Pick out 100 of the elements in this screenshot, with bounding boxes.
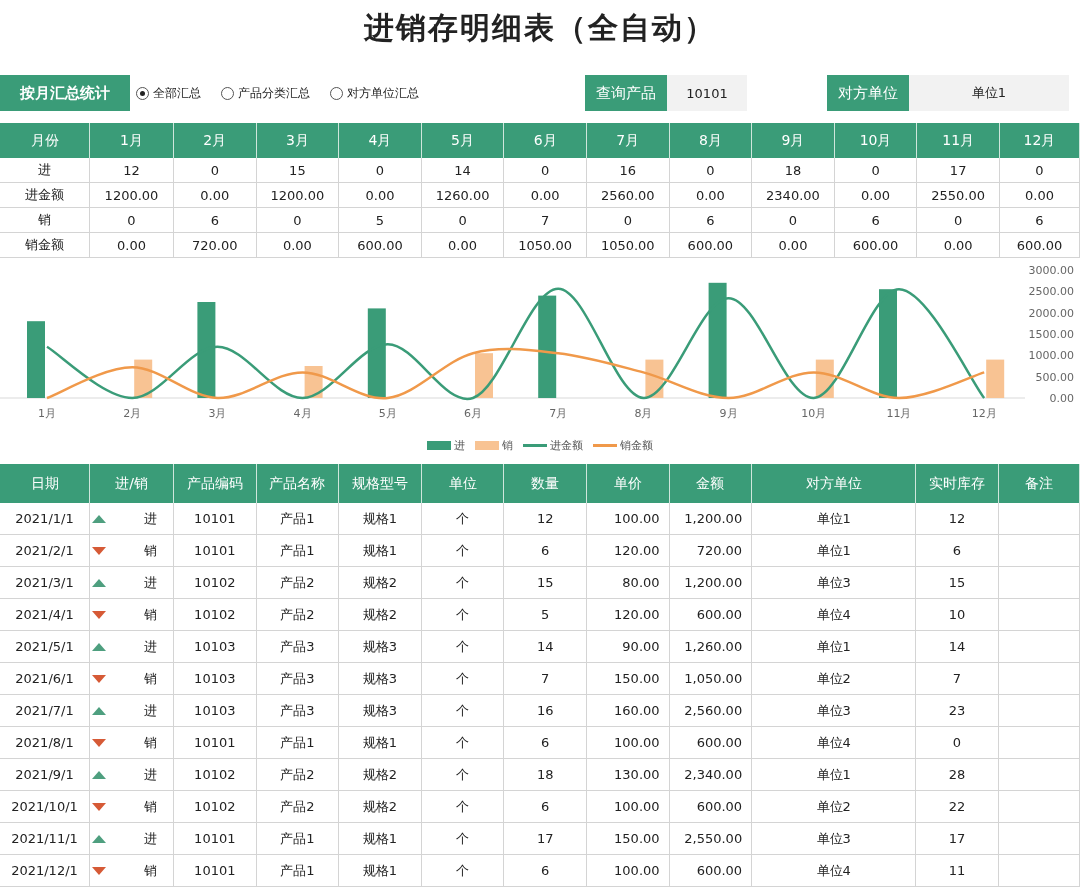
up-triangle-icon xyxy=(92,834,106,843)
table-cell: 0.00 xyxy=(834,183,918,208)
table-cell: 2021/11/1 xyxy=(0,823,90,855)
legend-label: 销 xyxy=(502,438,513,453)
table-cell: 600.00 xyxy=(669,599,753,631)
bar xyxy=(986,359,1005,398)
table-cell: 120.00 xyxy=(586,535,670,567)
table-cell: 0 xyxy=(917,208,1000,233)
legend-swatch-icon xyxy=(475,441,499,450)
legend-line-icon xyxy=(523,441,547,450)
table-cell: 2021/8/1 xyxy=(0,727,90,759)
column-header: 单位 xyxy=(421,464,505,503)
table-cell: 12 xyxy=(916,503,999,535)
table-cell: 1200.00 xyxy=(90,183,174,208)
table-cell: 600.00 xyxy=(834,233,918,258)
table-cell: 单位1 xyxy=(752,631,917,663)
column-header: 月份 xyxy=(0,123,90,158)
table-cell: 个 xyxy=(421,599,505,631)
flow-label: 进 xyxy=(144,509,157,528)
table-cell: 0.00 xyxy=(752,233,835,258)
axis-category-label: 8月 xyxy=(634,407,653,420)
column-header: 9月 xyxy=(752,123,835,158)
table-cell: 产品1 xyxy=(256,503,340,535)
legend-label: 销金额 xyxy=(620,438,653,453)
table-cell: 600.00 xyxy=(339,233,422,258)
table-cell: 1050.00 xyxy=(504,233,587,258)
table-cell: 100.00 xyxy=(586,727,670,759)
axis-category-label: 5月 xyxy=(378,407,397,420)
table-cell: 规格2 xyxy=(339,759,422,791)
column-header: 产品编码 xyxy=(174,464,257,503)
table-cell: 600.00 xyxy=(669,727,753,759)
up-triangle-icon xyxy=(92,578,106,587)
column-header: 产品名称 xyxy=(256,464,340,503)
table-cell: 2021/12/1 xyxy=(0,855,90,887)
table-cell: 2021/1/1 xyxy=(0,503,90,535)
table-cell: 2550.00 xyxy=(917,183,1000,208)
table-cell: 0 xyxy=(586,208,670,233)
table-cell: 100.00 xyxy=(586,503,670,535)
table-cell: 2,560.00 xyxy=(669,695,753,727)
table-cell: 0 xyxy=(421,208,505,233)
table-cell: 0 xyxy=(90,208,174,233)
table-cell: 1260.00 xyxy=(421,183,505,208)
table-cell: 1,200.00 xyxy=(669,567,753,599)
table-cell: 产品3 xyxy=(256,663,340,695)
axis-category-label: 10月 xyxy=(801,407,827,420)
row-header: 进 xyxy=(0,158,90,183)
column-header: 7月 xyxy=(586,123,670,158)
table-cell: 个 xyxy=(421,695,505,727)
down-triangle-icon xyxy=(92,738,106,747)
table-cell: 2021/3/1 xyxy=(0,567,90,599)
table-cell: 个 xyxy=(421,503,505,535)
column-header: 10月 xyxy=(834,123,918,158)
radio-label: 全部汇总 xyxy=(153,84,201,102)
down-triangle-icon xyxy=(92,674,106,683)
table-cell: 规格2 xyxy=(339,567,422,599)
column-header: 3月 xyxy=(256,123,340,158)
table-cell: 130.00 xyxy=(586,759,670,791)
flow-label: 销 xyxy=(144,797,157,816)
table-cell: 2021/2/1 xyxy=(0,535,90,567)
table-cell: 1050.00 xyxy=(586,233,670,258)
table-cell: 10101 xyxy=(174,503,257,535)
table-cell: 1,260.00 xyxy=(669,631,753,663)
table-cell: 1200.00 xyxy=(256,183,340,208)
column-header: 数量 xyxy=(504,464,587,503)
column-header: 进/销 xyxy=(90,464,174,503)
table-cell: 规格1 xyxy=(339,727,422,759)
table-cell: 18 xyxy=(752,158,835,183)
table-cell: 个 xyxy=(421,791,505,823)
table-cell: 150.00 xyxy=(586,823,670,855)
legend-label: 进金额 xyxy=(550,438,583,453)
table-cell: 6 xyxy=(916,535,999,567)
table-cell: 6 xyxy=(174,208,257,233)
table-cell: 16 xyxy=(504,695,587,727)
table-cell: 17 xyxy=(917,158,1000,183)
column-header: 8月 xyxy=(669,123,753,158)
column-header: 6月 xyxy=(504,123,587,158)
table-cell: 15 xyxy=(256,158,340,183)
table-cell: 17 xyxy=(916,823,999,855)
radio-label: 产品分类汇总 xyxy=(238,84,310,102)
table-cell: 0 xyxy=(339,158,422,183)
column-header: 12月 xyxy=(999,123,1080,158)
product-input-field[interactable]: 10101 xyxy=(667,75,747,111)
partner-input-field[interactable]: 单位1 xyxy=(909,75,1069,111)
table-cell: 14 xyxy=(916,631,999,663)
table-cell: 16 xyxy=(586,158,670,183)
table-cell: 个 xyxy=(421,727,505,759)
table-cell: 22 xyxy=(916,791,999,823)
up-triangle-icon xyxy=(92,642,106,651)
table-cell: 产品2 xyxy=(256,567,340,599)
table-cell: 2021/9/1 xyxy=(0,759,90,791)
table-cell: 产品2 xyxy=(256,791,340,823)
table-cell: 单位2 xyxy=(752,791,917,823)
table-cell: 18 xyxy=(504,759,587,791)
table-cell: 个 xyxy=(421,663,505,695)
table-cell: 单位1 xyxy=(752,759,917,791)
column-header: 日期 xyxy=(0,464,90,503)
flow-label: 销 xyxy=(144,605,157,624)
table-cell: 6 xyxy=(999,208,1080,233)
table-cell: 产品2 xyxy=(256,599,340,631)
table-cell: 0 xyxy=(669,158,753,183)
